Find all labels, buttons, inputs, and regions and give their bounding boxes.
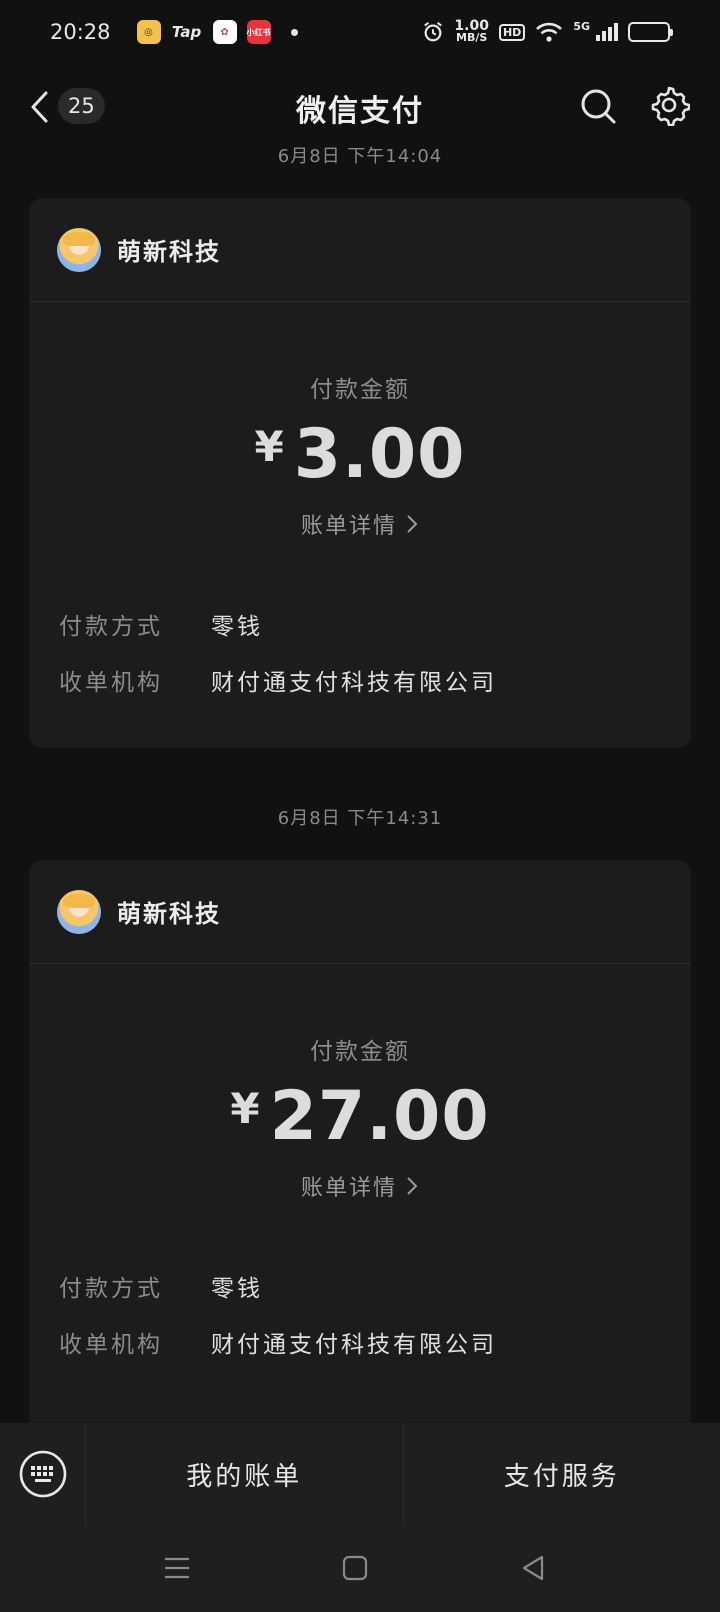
amount-value: 3.00 bbox=[293, 415, 466, 494]
info-key: 收单机构 bbox=[59, 1332, 163, 1358]
app-notification-icon: ✿ bbox=[212, 20, 237, 44]
currency-symbol: ¥ bbox=[230, 1084, 260, 1133]
payment-amount: ¥ 27.00 bbox=[29, 1078, 691, 1156]
service-menu-bar: 我的账单 支付服务 bbox=[0, 1423, 720, 1525]
info-key: 付款方式 bbox=[59, 1276, 163, 1302]
keyboard-icon bbox=[19, 1450, 66, 1498]
amount-label: 付款金额 bbox=[310, 1039, 410, 1065]
nav-bar: 25 微信支付 bbox=[0, 72, 720, 140]
info-value: 财付通支付科技有限公司 bbox=[211, 670, 497, 696]
info-row-acquirer: 收单机构 财付通支付科技有限公司 bbox=[59, 1314, 691, 1370]
net-speed: 1.00 MB/S bbox=[454, 18, 489, 44]
merchant-header[interactable]: 萌新科技 bbox=[29, 198, 691, 302]
info-row-method: 付款方式 零钱 bbox=[59, 1258, 691, 1314]
payment-message-card[interactable]: 萌新科技 付款金额 ¥ 27.00 账单详情 付款方式 零钱 收单机构 财付通支… bbox=[29, 860, 691, 1423]
battery-icon bbox=[628, 22, 673, 42]
info-row-acquirer: 收单机构 财付通支付科技有限公司 bbox=[59, 652, 691, 708]
merchant-avatar bbox=[57, 889, 101, 934]
merchant-name: 萌新科技 bbox=[117, 238, 221, 266]
payment-info-rows: 付款方式 零钱 收单机构 财付通支付科技有限公司 bbox=[29, 596, 691, 708]
merchant-name: 萌新科技 bbox=[117, 900, 221, 928]
chevron-right-icon bbox=[407, 1177, 418, 1195]
payment-amount: ¥ 3.00 bbox=[29, 416, 691, 494]
info-key: 付款方式 bbox=[59, 614, 163, 640]
hd-icon: HD bbox=[498, 23, 526, 41]
currency-symbol: ¥ bbox=[254, 422, 284, 471]
home-icon[interactable] bbox=[340, 1553, 370, 1583]
status-bar: 20:28 ◎ Tap ✿ 小红书 1.00 MB/S HD 5G bbox=[0, 0, 720, 64]
bill-details-link[interactable]: 账单详情 bbox=[29, 508, 691, 540]
xiaohongshu-icon: 小红书 bbox=[246, 20, 271, 44]
info-value: 零钱 bbox=[211, 614, 263, 640]
info-row-method: 付款方式 零钱 bbox=[59, 596, 691, 652]
app-notification-icon: ◎ bbox=[136, 20, 161, 44]
wechat-pay-chat-screen: 20:28 ◎ Tap ✿ 小红书 1.00 MB/S HD 5G 25 微信支… bbox=[0, 0, 720, 1612]
system-nav-bar bbox=[0, 1525, 720, 1612]
payment-info-rows: 付款方式 零钱 收单机构 财付通支付科技有限公司 bbox=[29, 1258, 691, 1370]
keyboard-toggle-button[interactable] bbox=[0, 1423, 86, 1525]
pay-services-menu[interactable]: 支付服务 bbox=[402, 1423, 720, 1525]
payment-message-card[interactable]: 萌新科技 付款金额 ¥ 3.00 账单详情 付款方式 零钱 收单机构 财付通支付… bbox=[29, 198, 691, 748]
chevron-right-icon bbox=[407, 515, 418, 533]
merchant-avatar bbox=[57, 227, 101, 272]
bill-details-label: 账单详情 bbox=[300, 514, 397, 539]
network-type: 5G bbox=[573, 19, 590, 33]
signal-icon bbox=[596, 23, 618, 41]
merchant-header[interactable]: 萌新科技 bbox=[29, 860, 691, 964]
bill-details-label: 账单详情 bbox=[300, 1176, 397, 1201]
info-value: 财付通支付科技有限公司 bbox=[211, 1332, 497, 1358]
status-time: 20:28 bbox=[50, 20, 111, 44]
message-timestamp: 6月8日 下午14:31 bbox=[277, 808, 443, 829]
recent-apps-icon[interactable] bbox=[162, 1553, 192, 1583]
more-notifications-dot bbox=[290, 28, 298, 36]
info-value: 零钱 bbox=[211, 1276, 263, 1302]
amount-label: 付款金额 bbox=[310, 377, 410, 403]
gear-icon[interactable] bbox=[648, 84, 690, 126]
back-icon[interactable] bbox=[518, 1553, 548, 1583]
wifi-icon bbox=[536, 22, 563, 42]
info-key: 收单机构 bbox=[59, 670, 163, 696]
search-icon[interactable] bbox=[578, 86, 618, 126]
message-timestamp: 6月8日 下午14:04 bbox=[277, 146, 443, 167]
my-bills-menu[interactable]: 我的账单 bbox=[86, 1423, 403, 1525]
amount-value: 27.00 bbox=[269, 1077, 490, 1156]
alarm-icon bbox=[424, 22, 443, 42]
bill-details-link[interactable]: 账单详情 bbox=[29, 1170, 691, 1202]
tap-app-icon: Tap bbox=[171, 23, 202, 41]
